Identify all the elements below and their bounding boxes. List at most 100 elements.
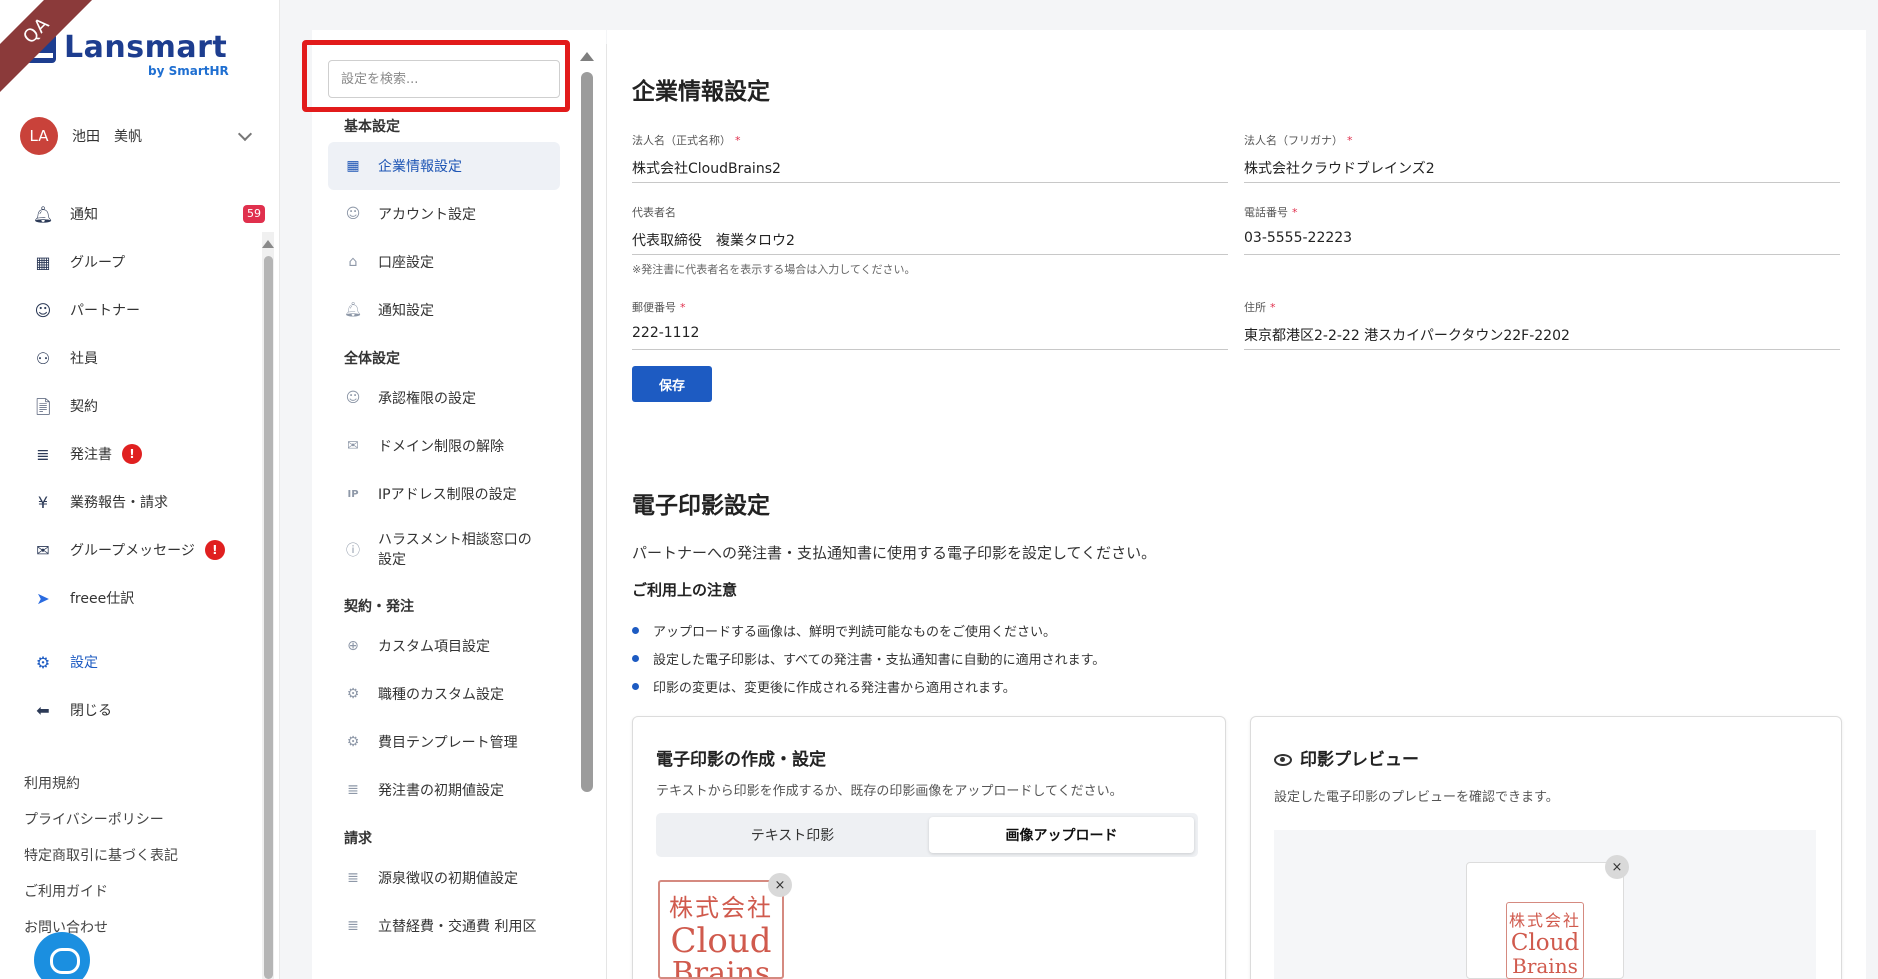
nav-label: パートナー: [70, 303, 140, 319]
settings-item-bank[interactable]: ⌂ 口座設定: [328, 238, 560, 286]
settings-item-label: ドメイン制限の解除: [378, 439, 504, 455]
settings-group-overall: 全体設定: [344, 351, 400, 367]
settings-search-input[interactable]: [328, 60, 560, 98]
settings-item-label: 承認権限の設定: [378, 391, 476, 407]
tab-image-upload[interactable]: 画像アップロード: [929, 817, 1194, 853]
settings-item-domain[interactable]: ✉ ドメイン制限の解除: [328, 422, 560, 470]
nav-item-notifications[interactable]: 🔔︎ 通知 59: [0, 190, 265, 238]
settings-item-harassment[interactable]: ⓘ ハラスメント相談窓口の設定: [328, 518, 560, 582]
chevron-down-icon[interactable]: [237, 126, 253, 142]
nav-label: グループ: [70, 255, 126, 271]
settings-group-billing: 請求: [344, 831, 372, 847]
brand-name: Lansmart: [64, 30, 228, 65]
settings-item-custom-fields[interactable]: ⊕ カスタム項目設定: [328, 622, 560, 670]
nav-label: freee仕訳: [70, 591, 135, 607]
main-sidebar: Lansmart by SmartHR QA LA 池田 美帆 🔔︎ 通知 59…: [0, 0, 280, 979]
settings-item-withholding[interactable]: ≣ 源泉徴収の初期値設定: [328, 854, 560, 902]
remove-preview-button[interactable]: ×: [1605, 855, 1629, 879]
footer-link-commerce[interactable]: 特定商取引に基づく表記: [24, 838, 178, 874]
settings-item-label: ハラスメント相談窓口の設定: [378, 532, 532, 568]
address-field[interactable]: 東京都港区2-2-22 港スカイパークタウン22F-2202: [1244, 325, 1570, 345]
settings-item-ip[interactable]: IP IPアドレス制限の設定: [328, 470, 560, 518]
nav-item-employees[interactable]: ⚇ 社員: [0, 334, 262, 382]
list-item: 印影の変更は、変更後に作成される発注書から適用されます。: [632, 672, 1105, 700]
scroll-up-icon[interactable]: [580, 52, 594, 61]
settings-item-label: 源泉徴収の初期値設定: [378, 871, 518, 887]
legal-name-kana-label: 法人名（フリガナ） *: [1244, 134, 1353, 147]
settings-item-approval[interactable]: ☺︎ 承認権限の設定: [328, 374, 560, 422]
seal-create-title: 電子印影の作成・設定: [656, 750, 826, 770]
eye-icon: [1274, 754, 1292, 766]
representative-field[interactable]: 代表取締役 複業タロウ2: [632, 230, 795, 250]
field-underline: [632, 254, 1228, 255]
postal-field[interactable]: 222-1112: [632, 325, 699, 341]
settings-item-label: 口座設定: [378, 255, 434, 271]
nav-item-settings[interactable]: ⚙ 設定: [0, 638, 262, 686]
sidebar-scroll-thumb[interactable]: [264, 256, 273, 979]
address-label: 住所 *: [1244, 301, 1276, 314]
list-item: 設定した電子印影は、すべての発注書・支払通知書に自動的に適用されます。: [632, 644, 1105, 672]
settings-item-notify[interactable]: 🔔︎ 通知設定: [328, 286, 560, 334]
nav-item-group-messages[interactable]: ✉ グループメッセージ !: [0, 526, 262, 574]
postal-label: 郵便番号 *: [632, 301, 686, 314]
chat-support-icon[interactable]: [34, 932, 90, 979]
legal-name-kana-field[interactable]: 株式会社クラウドブレインズ2: [1244, 158, 1435, 178]
settings-item-travel[interactable]: ≣ 立替経費・交通費 利用区: [328, 902, 560, 950]
uploaded-seal-image: 株式会社 Cloud Brains: [658, 880, 784, 979]
scroll-up-icon[interactable]: [262, 240, 274, 248]
nav-label: 設定: [70, 655, 98, 671]
notification-count-badge: 59: [243, 205, 265, 223]
tab-text-seal[interactable]: テキスト印影: [660, 817, 925, 853]
avatar: LA: [20, 117, 58, 155]
field-underline: [1244, 254, 1840, 255]
save-button[interactable]: 保存: [632, 366, 712, 402]
nav-item-partners[interactable]: ☺︎ パートナー: [0, 286, 262, 334]
notes-title: ご利用上の注意: [632, 581, 738, 599]
nav-item-close[interactable]: ⬅︎ 閉じる: [0, 686, 262, 734]
bullet-icon: [632, 654, 639, 662]
nav-item-groups[interactable]: ▦ グループ: [0, 238, 262, 286]
settings-item-job-custom[interactable]: ⚙ 職種のカスタム設定: [328, 670, 560, 718]
nav-item-contracts[interactable]: 📄︎ 契約: [0, 382, 262, 430]
chat-icon: ✉: [36, 540, 50, 560]
invoice-icon: ¥: [37, 492, 49, 512]
settings-panel-scroll-thumb[interactable]: [581, 72, 593, 792]
plus-circle-icon: ⊕: [347, 638, 359, 654]
nav-label: 閉じる: [70, 703, 112, 719]
settings-group-contract: 契約・発注: [344, 599, 414, 615]
settings-item-order-defaults[interactable]: ≣ 発注書の初期値設定: [328, 766, 560, 814]
document-icon: ≣: [347, 870, 359, 886]
settings-group-basic: 基本設定: [344, 119, 400, 135]
document-icon: ≣: [347, 782, 359, 798]
settings-item-account[interactable]: ☺︎ アカウント設定: [328, 190, 560, 238]
contract-icon: 📄︎: [32, 396, 54, 416]
alert-badge: !: [122, 444, 142, 464]
nav-label: 業務報告・請求: [70, 495, 168, 511]
ip-icon: IP: [347, 488, 359, 500]
alert-badge: !: [204, 540, 225, 560]
building-icon: ▦: [346, 158, 360, 174]
phone-field[interactable]: 03-5555-22223: [1244, 230, 1352, 246]
footer-link-guide[interactable]: ご利用ガイド: [24, 874, 178, 910]
preview-seal-image: 株式会社 Cloud Brains: [1506, 902, 1584, 979]
settings-item-company[interactable]: ▦ 企業情報設定: [328, 142, 560, 190]
settings-item-label: カスタム項目設定: [378, 639, 490, 655]
bullet-icon: [632, 626, 639, 634]
footer-link-terms[interactable]: 利用規約: [24, 766, 178, 802]
legal-name-field[interactable]: 株式会社CloudBrains2: [632, 158, 781, 178]
person-icon: ☺︎: [34, 300, 52, 320]
brand-sub: by SmartHR: [148, 64, 229, 78]
user-menu[interactable]: LA 池田 美帆: [20, 116, 260, 156]
mail-icon: ✉: [347, 438, 359, 454]
list-item: アップロードする画像は、鮮明で判読可能なものをご使用ください。: [632, 616, 1105, 644]
seal-preview-title: 印影プレビュー: [1274, 745, 1419, 770]
footer-link-privacy[interactable]: プライバシーポリシー: [24, 802, 178, 838]
nav-item-orders[interactable]: ≣ 発注書 !: [0, 430, 262, 478]
settings-item-label: 通知設定: [378, 303, 434, 319]
settings-item-expense-template[interactable]: ⚙ 費目テンプレート管理: [328, 718, 560, 766]
nav-item-freee[interactable]: ➤ freee仕訳: [0, 574, 262, 622]
arrow-left-circle-icon: ⬅︎: [36, 700, 50, 720]
gear-icon: ⚙: [346, 686, 360, 702]
nav-item-reports[interactable]: ¥ 業務報告・請求: [0, 478, 262, 526]
remove-seal-button[interactable]: ×: [768, 873, 792, 897]
